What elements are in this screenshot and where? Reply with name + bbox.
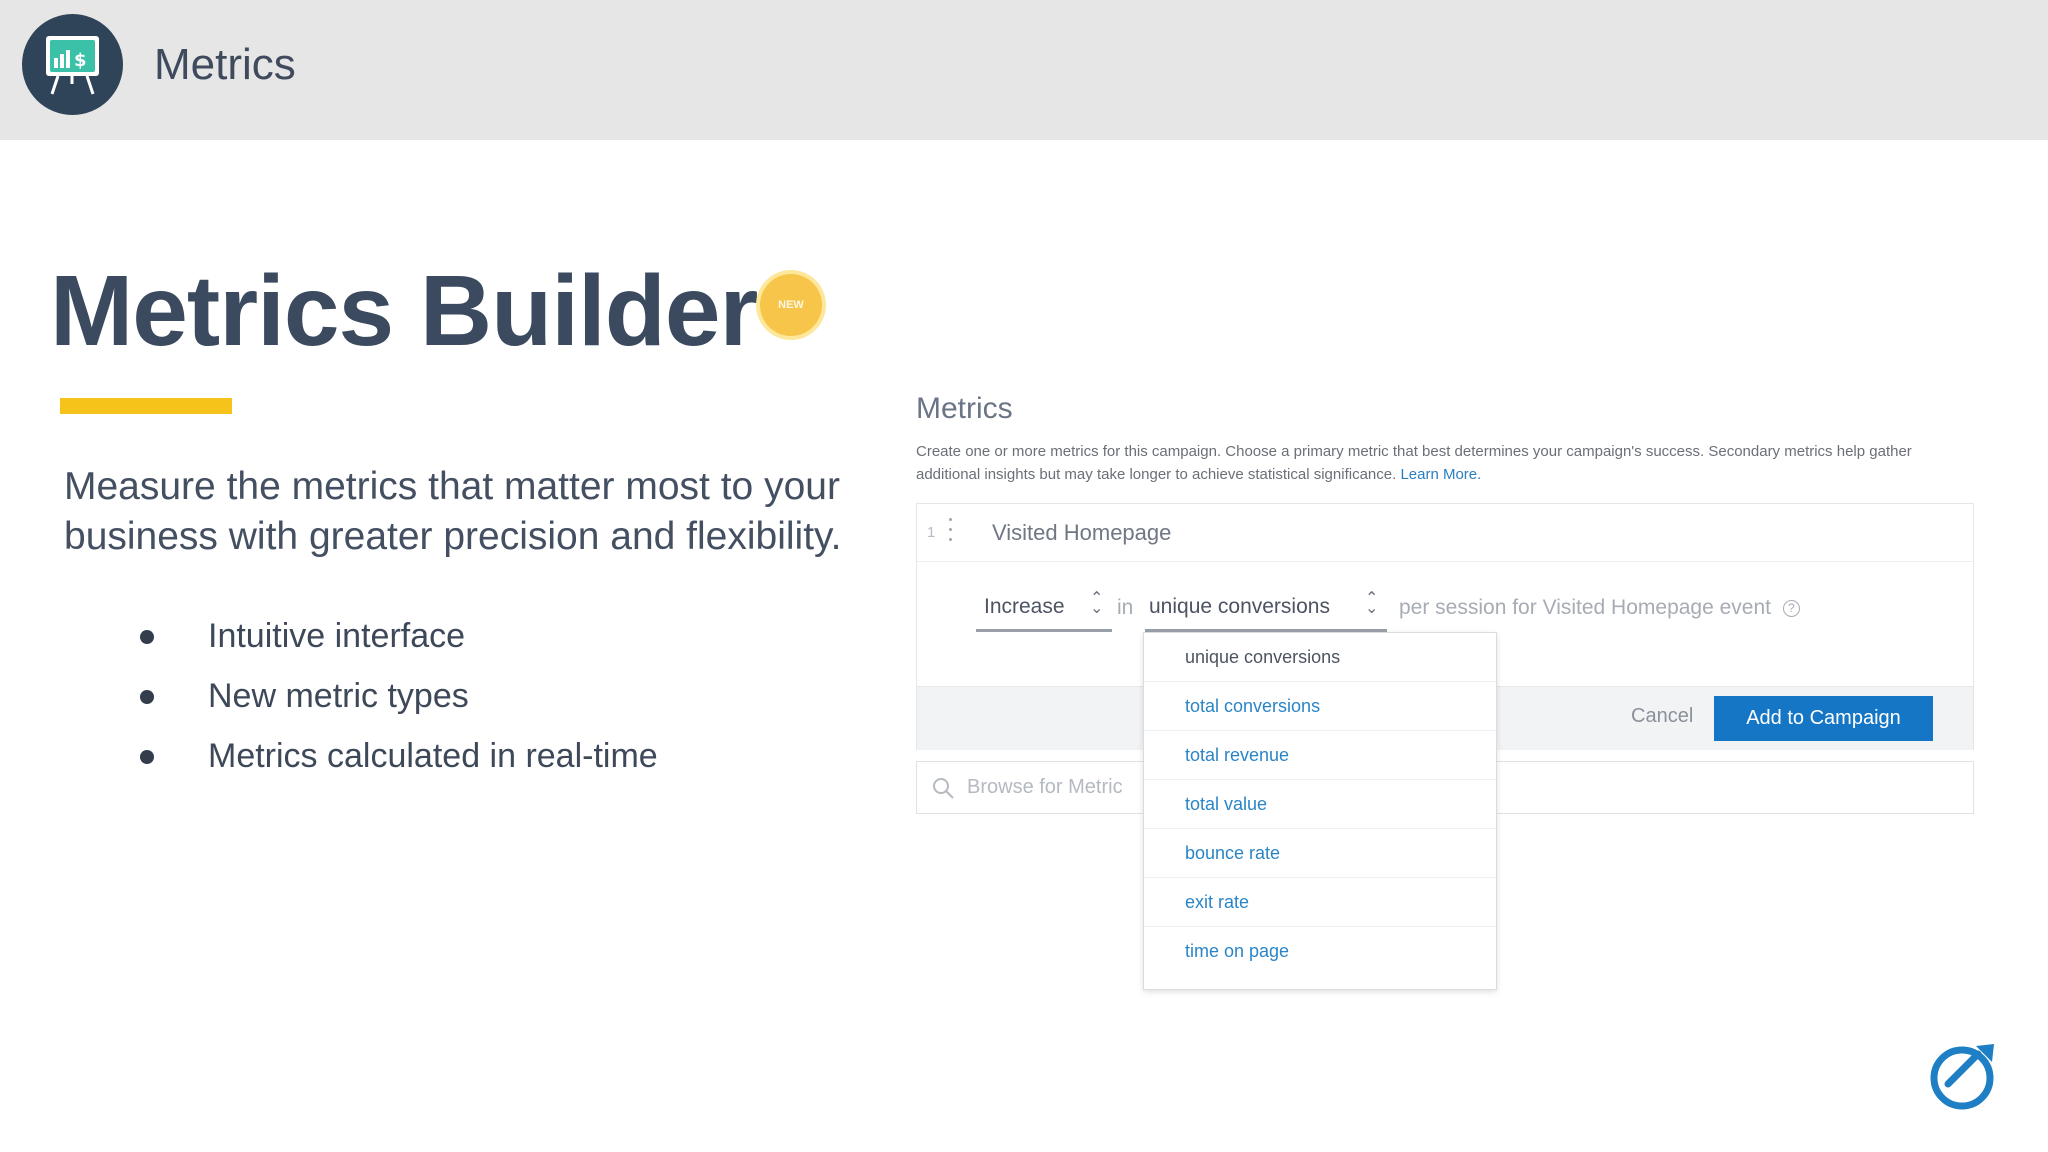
page-title: Metrics Builder xyxy=(50,255,758,367)
learn-more-link[interactable]: Learn More. xyxy=(1400,466,1481,483)
select-arrows-icon: ⌃ ⌄ xyxy=(1365,590,1379,617)
direction-select-value: Increase xyxy=(984,595,1065,618)
dropdown-option[interactable]: time on page xyxy=(1144,927,1496,976)
dropdown-option-label: bounce rate xyxy=(1185,843,1281,863)
direction-select[interactable]: Increase ⌃ ⌄ xyxy=(976,590,1112,632)
dropdown-option-label: time on page xyxy=(1185,941,1290,961)
bullet-icon xyxy=(140,750,154,764)
add-to-campaign-button[interactable]: Add to Campaign xyxy=(1714,696,1933,741)
metric-name: Visited Homepage xyxy=(992,520,1172,545)
svg-text:$: $ xyxy=(74,50,87,71)
list-item-text: Metrics calculated in real-time xyxy=(208,737,658,775)
dropdown-option[interactable]: total value xyxy=(1144,780,1496,829)
list-item-text: Intuitive interface xyxy=(208,617,466,655)
presentation-board-icon: $ xyxy=(22,14,123,115)
lead-paragraph: Measure the metrics that matter most to … xyxy=(64,465,842,558)
drag-handle-icon[interactable] xyxy=(948,518,954,548)
dropdown-option-label: total revenue xyxy=(1185,745,1290,765)
metric-type-select-value: unique conversions xyxy=(1149,595,1330,618)
select-arrows-icon: ⌃ ⌄ xyxy=(1090,590,1104,617)
dropdown-option-label: unique conversions xyxy=(1185,647,1341,667)
dropdown-option[interactable]: bounce rate xyxy=(1144,829,1496,878)
dropdown-option[interactable]: total revenue xyxy=(1144,731,1496,780)
dropdown-option-label: total value xyxy=(1185,794,1268,814)
header-bar: $ Metrics xyxy=(0,0,2048,140)
browse-placeholder: Browse for Metric xyxy=(967,776,1123,798)
bullet-icon xyxy=(140,630,154,644)
dropdown-option[interactable]: unique conversions xyxy=(1144,633,1496,682)
metrics-panel-heading: Metrics xyxy=(916,392,1013,425)
cancel-button[interactable]: Cancel xyxy=(1631,705,1693,728)
dropdown-option-label: total conversions xyxy=(1185,696,1321,716)
title-underline xyxy=(60,398,232,414)
bullet-icon xyxy=(140,690,154,704)
search-icon xyxy=(933,778,954,799)
metric-row-index: 1 xyxy=(927,524,936,541)
dropdown-option[interactable]: total conversions xyxy=(1144,682,1496,731)
list-item-text: New metric types xyxy=(208,677,469,715)
new-badge-label: NEW xyxy=(778,299,804,311)
metric-type-dropdown: unique conversions total conversions tot… xyxy=(1143,632,1497,990)
in-label: in xyxy=(1117,596,1134,619)
metric-suffix-text: per session for Visited Homepage event ? xyxy=(1399,596,1800,620)
metrics-panel-description: Create one or more metrics for this camp… xyxy=(916,440,1926,486)
header-title: Metrics xyxy=(154,40,296,89)
dropdown-option-label: exit rate xyxy=(1185,892,1250,912)
metric-suffix-label: per session for Visited Homepage event xyxy=(1399,596,1771,619)
dropdown-option[interactable]: exit rate xyxy=(1144,878,1496,927)
metric-row-header: 1 Visited Homepage xyxy=(917,504,1973,562)
help-icon[interactable]: ? xyxy=(1782,600,1800,617)
metric-type-select[interactable]: unique conversions ⌃ ⌄ xyxy=(1145,590,1387,632)
new-badge: NEW xyxy=(760,274,822,336)
brand-target-logo-icon xyxy=(1930,1044,1994,1110)
